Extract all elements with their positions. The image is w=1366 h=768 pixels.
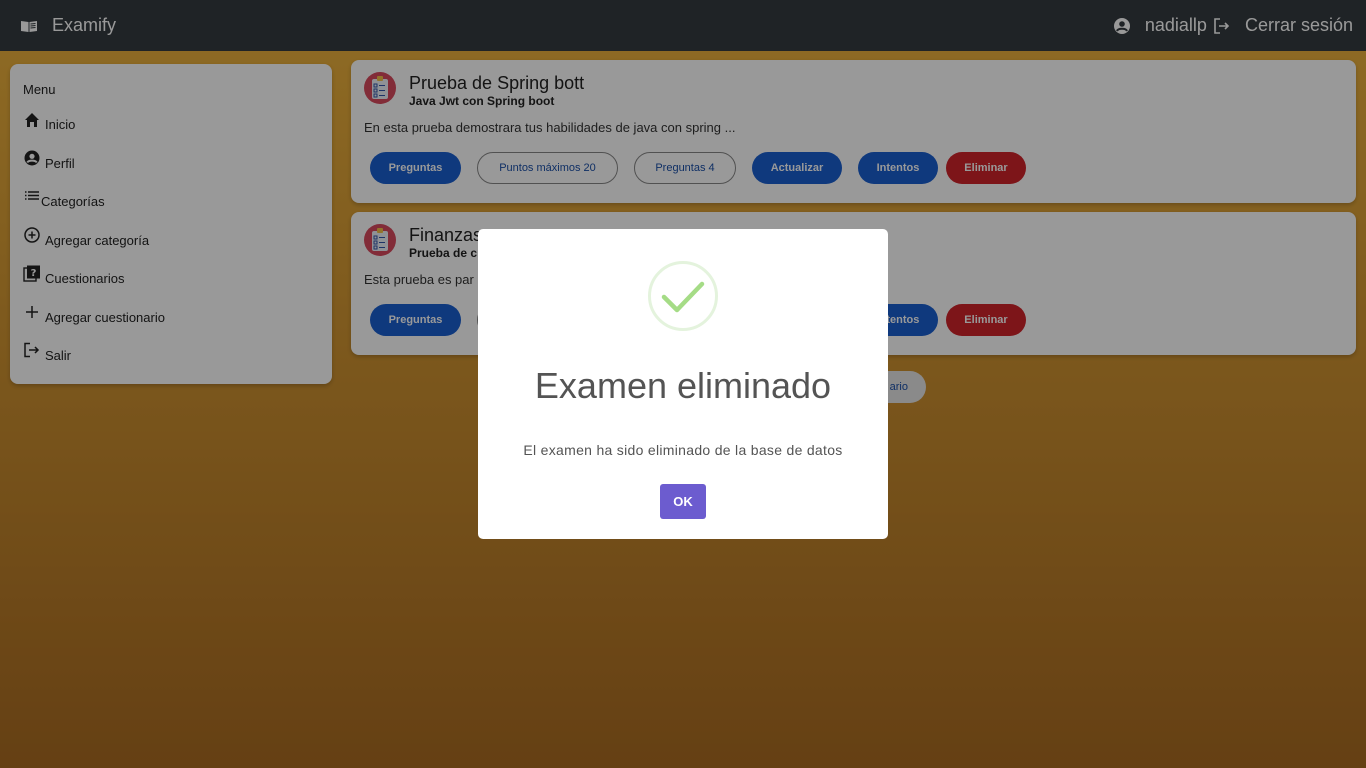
ok-button[interactable]: OK [660, 484, 706, 519]
dialog-message: El examen ha sido eliminado de la base d… [523, 442, 843, 458]
dialog-title: Examen eliminado [534, 365, 832, 406]
success-check-icon [648, 261, 718, 331]
success-dialog: Examen eliminado El examen ha sido elimi… [478, 229, 888, 539]
